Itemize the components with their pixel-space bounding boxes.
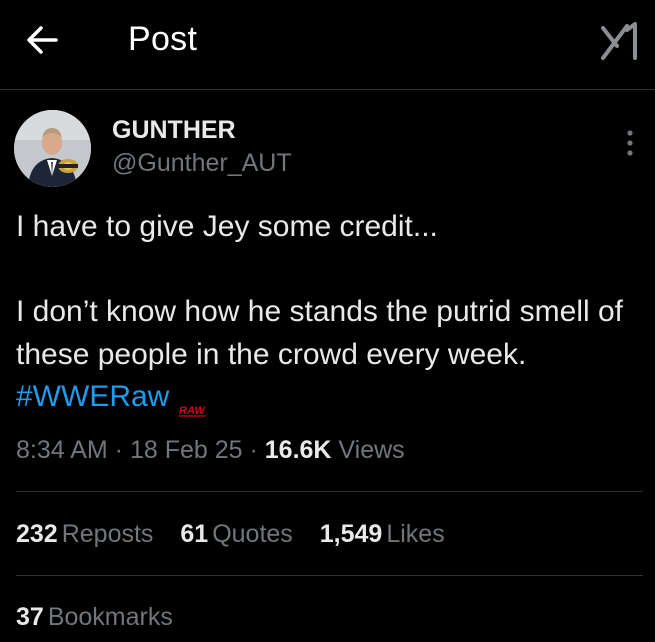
svg-text:RAW: RAW — [180, 405, 207, 417]
tweet-date[interactable]: 18 Feb 25 — [130, 436, 243, 464]
quotes-count: 61 — [180, 520, 209, 548]
views-count[interactable]: 16.6K — [265, 436, 332, 464]
meta-separator: · — [242, 436, 265, 464]
divider — [16, 491, 643, 492]
likes-stat[interactable]: 1,549 Likes — [320, 520, 445, 548]
tweet-line-1: I have to give Jey some credit... — [16, 210, 438, 243]
reposts-label: Reposts — [61, 520, 154, 548]
avatar[interactable] — [14, 110, 91, 187]
quotes-stat[interactable]: 61 Quotes — [180, 520, 292, 548]
tweet-meta: 8:34 AM · 18 Feb 25 · 16.6K Views — [16, 436, 405, 465]
likes-count: 1,549 — [319, 520, 383, 548]
tweet-time[interactable]: 8:34 AM — [16, 436, 108, 464]
quotes-label: Quotes — [212, 520, 293, 548]
tweet-line-2: I don’t know how he stands the putrid sm… — [16, 295, 632, 371]
author-handle[interactable]: @Gunther_AUT — [112, 149, 292, 178]
bookmarks-label: Bookmarks — [47, 603, 173, 631]
bookmarks-row: 37 Bookmarks — [16, 603, 193, 632]
reposts-count: 232 — [16, 520, 58, 548]
bookmarks-count: 37 — [16, 603, 44, 631]
bookmarks-stat[interactable]: 37 Bookmarks — [16, 603, 173, 631]
likes-label: Likes — [386, 520, 445, 548]
tweet-text: I have to give Jey some credit... I don’… — [16, 206, 646, 419]
arrow-left-icon[interactable] — [22, 22, 62, 58]
top-bar: Post — [0, 0, 655, 90]
divider — [16, 575, 643, 576]
views-label[interactable]: Views — [331, 436, 404, 464]
more-options-icon[interactable] — [625, 128, 635, 158]
author-display-name[interactable]: GUNTHER — [112, 116, 236, 145]
page-title: Post — [128, 20, 198, 58]
reposts-stat[interactable]: 232 Reposts — [16, 520, 153, 548]
raw-logo-icon: RAW — [177, 387, 207, 417]
x-logo-icon — [597, 20, 641, 62]
engagement-stats: 232 Reposts 61 Quotes 1,549 Likes — [16, 520, 465, 549]
meta-separator: · — [107, 436, 130, 464]
hashtag-link[interactable]: #WWERaw — [16, 380, 169, 413]
